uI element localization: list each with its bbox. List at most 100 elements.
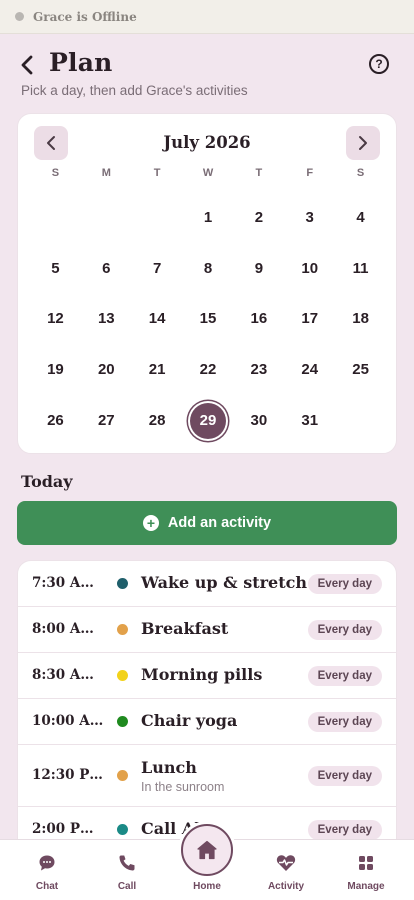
calendar-days: 1 2 3 4 5 6 7 8 9 10 11 12 13 14 15 16 17 18 19 20 21 22 23 24 2… <box>30 192 386 446</box>
calendar-day-number: 25 <box>352 361 369 379</box>
calendar-day-number: 18 <box>352 310 369 328</box>
calendar-month: July 2026 <box>163 133 251 152</box>
weekday-label: S <box>356 167 365 179</box>
calendar-day[interactable]: 27 <box>81 395 132 446</box>
weekday-header: SMTWTFS <box>30 167 386 179</box>
next-month-button[interactable] <box>346 126 380 160</box>
calendar-day[interactable]: 2 <box>233 192 284 243</box>
nav-manage[interactable]: Manage <box>326 852 406 892</box>
activity-time: 8:30 AM… <box>32 667 106 683</box>
calendar-blank <box>132 192 183 243</box>
calendar-day[interactable]: 4 <box>335 192 386 243</box>
calendar-day[interactable]: 23 <box>233 344 284 395</box>
nav-home-label: Home <box>193 881 221 892</box>
weekday-label: S <box>51 167 60 179</box>
calendar-day-number: 12 <box>47 310 64 328</box>
phone-icon <box>119 855 135 871</box>
calendar-day[interactable]: 28 <box>132 395 183 446</box>
calendar-day[interactable]: 8 <box>183 243 234 294</box>
repeat-badge: Every day <box>307 620 382 640</box>
activity-title: Wake up & stretch <box>141 573 307 592</box>
activity-row[interactable]: 8:30 AM… Morning pills Every day <box>18 653 396 699</box>
calendar-day[interactable]: 14 <box>132 294 183 345</box>
status-text: Grace is Offline <box>33 9 137 24</box>
calendar-day-number: 7 <box>152 259 162 277</box>
calendar-day[interactable]: 18 <box>335 294 386 345</box>
calendar-day[interactable]: 3 <box>284 192 335 243</box>
activity-color-dot <box>117 824 128 835</box>
nav-chat[interactable]: Chat <box>7 852 87 892</box>
weekday-label: M <box>101 167 111 179</box>
calendar-day-number: 27 <box>97 412 115 430</box>
activity-title: Lunch <box>141 758 197 777</box>
calendar-day-number: 17 <box>301 310 319 328</box>
calendar-day[interactable]: 7 <box>132 243 183 294</box>
calendar-day[interactable]: 21 <box>132 344 183 395</box>
calendar-day[interactable]: 20 <box>81 344 132 395</box>
activity-time: 12:30 P… <box>32 767 103 783</box>
offline-dot <box>15 12 24 21</box>
calendar-day[interactable]: 1 <box>183 192 234 243</box>
activity-title: Chair yoga <box>141 711 238 730</box>
weekday-label: F <box>306 167 314 179</box>
calendar-day[interactable]: 5 <box>30 243 81 294</box>
calendar-day[interactable]: 6 <box>81 243 132 294</box>
calendar-day-selected[interactable]: 29 <box>183 395 234 446</box>
page-title: Plan <box>49 48 113 77</box>
calendar-day[interactable]: 9 <box>233 243 284 294</box>
repeat-badge: Every day <box>307 820 382 840</box>
calendar-day-number: 1 <box>203 208 213 226</box>
calendar-blank <box>81 192 132 243</box>
calendar-day[interactable]: 13 <box>81 294 132 345</box>
activity-title: Morning pills <box>141 665 263 684</box>
calendar-day-number: 5 <box>51 259 60 277</box>
calendar-day-number: 16 <box>250 310 268 328</box>
calendar-day[interactable]: 26 <box>30 395 81 446</box>
chevron-right-icon <box>359 136 367 150</box>
add-activity-button[interactable]: + Add an activity <box>17 501 397 545</box>
calendar-day-number: 29 <box>190 402 226 439</box>
nav-home-button[interactable] <box>181 824 233 876</box>
calendar-day-number: 20 <box>97 361 115 379</box>
activity-color-dot <box>117 716 128 727</box>
activity-row[interactable]: 10:00 A… Chair yoga Every day <box>18 699 396 745</box>
calendar-day-number: 26 <box>47 412 64 430</box>
calendar-day-number: 8 <box>203 259 213 277</box>
calendar-day-number: 21 <box>148 361 166 379</box>
calendar-day[interactable]: 16 <box>233 294 284 345</box>
header: Plan ? <box>0 48 414 82</box>
calendar-day[interactable]: 11 <box>335 243 386 294</box>
repeat-badge: Every day <box>307 666 382 686</box>
repeat-badge: Every day <box>307 766 382 786</box>
calendar-day-number: 11 <box>352 259 369 277</box>
calendar-day[interactable]: 12 <box>30 294 81 345</box>
nav-call-label: Call <box>117 881 137 892</box>
calendar-day[interactable]: 15 <box>183 294 234 345</box>
activity-time: 2:00 PM … <box>32 821 106 837</box>
activity-row[interactable]: 12:30 P… Lunch In the sunroom Every day <box>18 745 396 807</box>
activity-row[interactable]: 7:30 AM… Wake up & stretch Every day <box>18 561 396 607</box>
calendar-day[interactable]: 25 <box>335 344 386 395</box>
nav-activity-label: Activity <box>267 881 305 892</box>
activity-row[interactable]: 8:00 AM… Breakfast Every day <box>18 607 396 653</box>
activity-title: Breakfast <box>141 619 229 638</box>
question-circle-icon: ? <box>375 57 383 71</box>
calendar-day[interactable]: 24 <box>284 344 335 395</box>
chat-bubble-icon <box>39 855 55 871</box>
calendar-day-number: 2 <box>254 208 264 226</box>
back-button[interactable] <box>16 52 38 78</box>
calendar-day[interactable]: 31 <box>284 395 335 446</box>
nav-manage-label: Manage <box>347 881 385 892</box>
calendar-day[interactable]: 19 <box>30 344 81 395</box>
calendar-day[interactable]: 22 <box>183 344 234 395</box>
activity-time: 7:30 AM… <box>32 575 106 591</box>
help-button[interactable]: ? <box>369 54 389 74</box>
calendar-day-number: 23 <box>250 361 268 379</box>
grid-icon <box>359 856 373 870</box>
calendar-day-number: 9 <box>254 259 264 277</box>
calendar-day[interactable]: 10 <box>284 243 335 294</box>
calendar-day[interactable]: 30 <box>233 395 284 446</box>
calendar-day[interactable]: 17 <box>284 294 335 345</box>
nav-call[interactable]: Call <box>87 852 167 892</box>
nav-activity[interactable]: Activity <box>246 852 326 892</box>
